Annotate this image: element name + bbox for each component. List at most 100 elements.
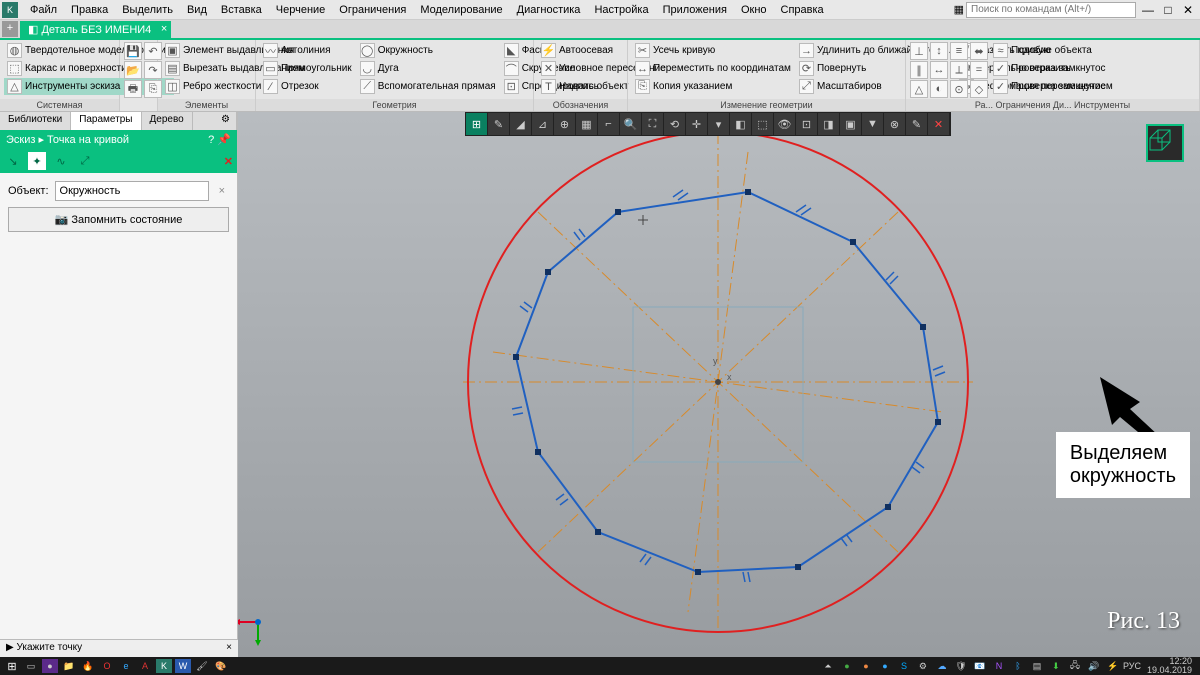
skype-icon[interactable]: S (896, 659, 912, 673)
menu-diag[interactable]: Диагностика (511, 2, 587, 18)
bluetooth-icon[interactable]: ᛒ (1010, 659, 1026, 673)
start-button[interactable]: ⊞ (4, 659, 20, 673)
orientation-cube[interactable] (1146, 124, 1184, 162)
menu-insert[interactable]: Вставка (215, 2, 268, 18)
menu-view[interactable]: Вид (181, 2, 213, 18)
tool-icon[interactable]: = (970, 61, 988, 79)
pin-icon[interactable]: 📌 (217, 134, 231, 146)
view-zoom-icon[interactable]: 🔍 (620, 113, 642, 135)
tray-icon[interactable]: ● (858, 659, 874, 673)
tool-icon[interactable]: △ (910, 80, 928, 98)
app-icon[interactable]: 🔥 (80, 659, 96, 673)
curve-tool-icon[interactable]: ∿ (52, 152, 70, 170)
kompas-icon[interactable]: K (156, 659, 172, 673)
tab-libraries[interactable]: Библиотеки (0, 112, 71, 130)
tray-icon[interactable]: ⬇ (1048, 659, 1064, 673)
tool-icon[interactable]: ⬌ (970, 42, 988, 60)
close-panel-icon[interactable]: ✕ (224, 155, 233, 168)
circle-button[interactable]: ◯Окружность (357, 42, 499, 59)
command-search-input[interactable] (966, 2, 1136, 18)
taskview-icon[interactable]: ▭ (23, 659, 39, 673)
view-tool-icon[interactable]: ◢ (510, 113, 532, 135)
autoline-button[interactable]: 〰Автолиния (260, 42, 355, 59)
view-normal-icon[interactable]: ⊞ (466, 113, 488, 135)
menu-edit[interactable]: Правка (65, 2, 114, 18)
rectangle-button[interactable]: ▭Прямоугольник (260, 60, 355, 77)
view-filter-icon[interactable]: ▼ (862, 113, 884, 135)
view-rotate-icon[interactable]: ⟲ (664, 113, 686, 135)
tray-icon[interactable]: N (991, 659, 1007, 673)
help-icon[interactable]: ? (208, 134, 214, 146)
tool-icon[interactable]: ⟂ (950, 61, 968, 79)
tray-icon[interactable]: 🛡 (953, 659, 969, 673)
menu-constraints[interactable]: Ограничения (333, 2, 412, 18)
tray-icon[interactable]: ● (877, 659, 893, 673)
view-tool-icon[interactable]: ◨ (818, 113, 840, 135)
tool-icon[interactable]: ↔ (930, 61, 948, 79)
remember-state-button[interactable]: 📷 Запомнить состояние (8, 207, 229, 232)
tab-tree[interactable]: Дерево (142, 112, 193, 130)
view-tool-icon[interactable]: ⌐ (598, 113, 620, 135)
line-tool-icon[interactable]: ↘ (4, 152, 22, 170)
autocad-icon[interactable]: A (137, 659, 153, 673)
tab-close-icon[interactable]: × (161, 23, 167, 35)
edge-icon[interactable]: e (118, 659, 134, 673)
tangent-tool-icon[interactable]: ⤢ (76, 152, 94, 170)
minimize-icon[interactable]: — (1138, 3, 1158, 17)
copy-button[interactable]: ⎘Копия указанием (632, 78, 794, 95)
clear-input-icon[interactable]: × (215, 185, 229, 197)
tool-icon[interactable]: ◇ (970, 80, 988, 98)
app-icon[interactable]: ● (42, 659, 58, 673)
auxline-button[interactable]: ⟋Вспомогательная прямая (357, 78, 499, 95)
tray-icon[interactable]: ● (839, 659, 855, 673)
tray-icon[interactable]: ☁ (934, 659, 950, 673)
canvas[interactable]: x y Выделяем окружность Рис. 13 (238, 112, 1200, 657)
similarity-button[interactable]: ≈Подобие объекта (990, 42, 1109, 59)
view-grid-icon[interactable]: ▦ (576, 113, 598, 135)
tray-icon[interactable]: ⚙ (915, 659, 931, 673)
view-tool-icon[interactable]: ⊿ (532, 113, 554, 135)
tab-parameters[interactable]: Параметры (71, 112, 141, 130)
view-tool-icon[interactable]: ⊕ (554, 113, 576, 135)
volume-icon[interactable]: 🔊 (1086, 659, 1102, 673)
print-icon[interactable]: 🖶 (124, 80, 142, 98)
object-input[interactable] (55, 181, 209, 201)
menu-settings[interactable]: Настройка (588, 2, 654, 18)
view-fit-icon[interactable]: ⛶ (642, 113, 664, 135)
view-tool-icon[interactable]: ▾ (708, 113, 730, 135)
tool-icon[interactable]: ⊙ (950, 80, 968, 98)
lang-indicator[interactable]: РУС (1124, 659, 1140, 673)
view-eye-icon[interactable]: 👁 (774, 113, 796, 135)
tray-icon[interactable]: ▤ (1029, 659, 1045, 673)
view-tool-icon[interactable]: ⊗ (884, 113, 906, 135)
tray-icon[interactable]: 📧 (972, 659, 988, 673)
app-icon[interactable]: 🎨 (213, 659, 229, 673)
gear-icon[interactable]: ⚙ (215, 112, 237, 130)
opera-icon[interactable]: O (99, 659, 115, 673)
view-axis-icon[interactable]: ✛ (686, 113, 708, 135)
tool-icon[interactable]: ∥ (910, 61, 928, 79)
point-tool-icon[interactable]: ✦ (28, 152, 46, 170)
save-icon[interactable]: 💾 (124, 42, 142, 60)
menu-select[interactable]: Выделить (116, 2, 179, 18)
view-tool-icon[interactable]: ✎ (488, 113, 510, 135)
tool-icon[interactable]: ◐ (930, 80, 948, 98)
tray-icon[interactable]: 🖧 (1067, 659, 1083, 673)
segment-button[interactable]: ∕Отрезок (260, 78, 355, 95)
app-icon[interactable]: 🖌 (194, 659, 210, 673)
close-icon[interactable]: ✕ (1178, 3, 1198, 17)
layout-icon[interactable]: ▦ (954, 3, 964, 16)
view-wire-icon[interactable]: ⬚ (752, 113, 774, 135)
arc-button[interactable]: ◡Дуга (357, 60, 499, 77)
menu-modeling[interactable]: Моделирование (414, 2, 508, 18)
sketch-viewport[interactable]: x y (238, 112, 1198, 657)
check2-button[interactable]: ✓Проверка замкнутос (990, 78, 1109, 95)
word-icon[interactable]: W (175, 659, 191, 673)
menu-window[interactable]: Окно (735, 2, 773, 18)
tool-icon[interactable]: ↕ (930, 42, 948, 60)
hint-close-icon[interactable]: × (226, 642, 232, 655)
view-tool-icon[interactable]: ▣ (840, 113, 862, 135)
document-tab[interactable]: ◧ Деталь БЕЗ ИМЕНИ4 × (20, 21, 171, 38)
maximize-icon[interactable]: □ (1158, 3, 1178, 17)
open-icon[interactable]: 📂 (124, 61, 142, 79)
